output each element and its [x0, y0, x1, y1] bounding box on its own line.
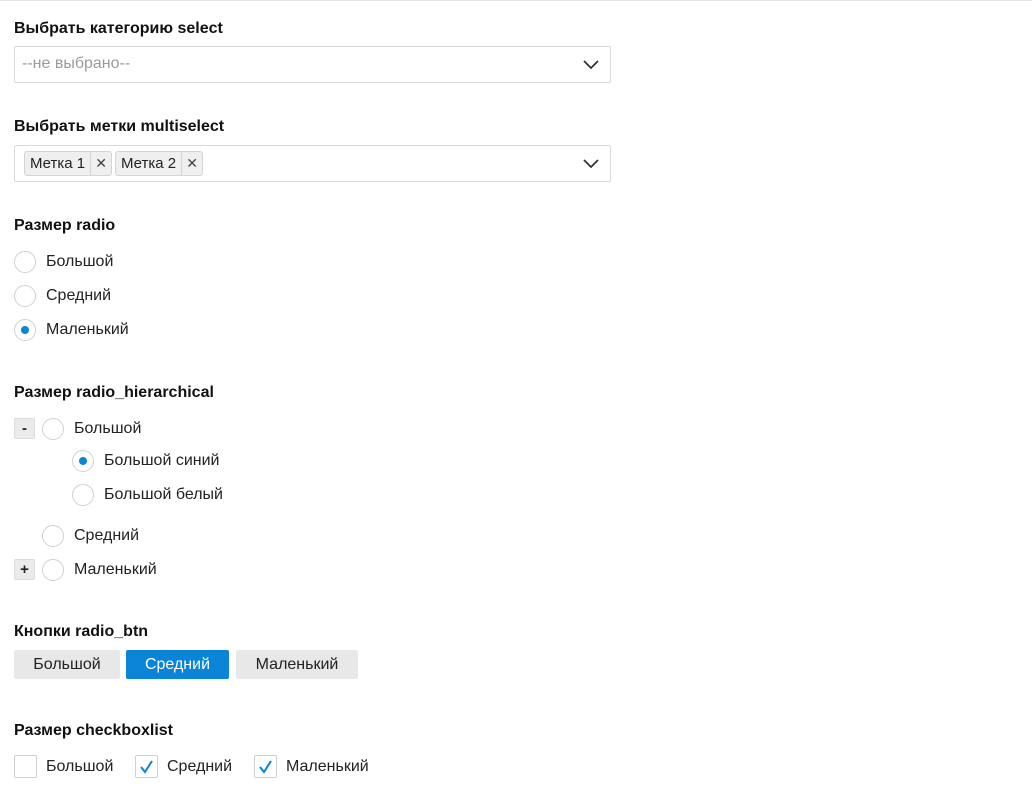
chevron-down-icon [583, 60, 599, 70]
tag-label: Метка 2 [121, 155, 177, 172]
radio-hierarchical-label: Размер radio_hierarchical [14, 384, 214, 401]
radio-option-label: Большой [46, 253, 114, 270]
checkboxlist-label: Размер checkboxlist [14, 722, 173, 739]
tags-multiselect[interactable]: Метка 1 ✕ Метка 2 ✕ [14, 145, 611, 182]
radio-h-large[interactable] [42, 418, 64, 440]
tag-chip: Метка 2 ✕ [115, 151, 204, 176]
checkbox-large[interactable] [14, 755, 37, 778]
radio-h-option-label: Средний [74, 527, 140, 544]
checkbox-label: Большой [46, 758, 114, 775]
remove-tag-icon[interactable]: ✕ [90, 152, 111, 175]
radio-h-large-white[interactable] [72, 484, 94, 506]
radio-h-option-label: Большой синий [104, 452, 220, 469]
radio-label: Размер radio [14, 217, 116, 234]
radio-large[interactable] [14, 251, 36, 273]
radio-btn-medium[interactable]: Средний [126, 650, 229, 679]
top-divider [0, 0, 1032, 1]
radio-btn-large[interactable]: Большой [14, 650, 120, 679]
chevron-down-icon [583, 159, 599, 169]
remove-tag-icon[interactable]: ✕ [181, 152, 202, 175]
radio-option-label: Средний [46, 287, 112, 304]
radio-small[interactable] [14, 319, 36, 341]
select-placeholder: --не выбрано-- [22, 55, 131, 72]
radio-medium[interactable] [14, 285, 36, 307]
checkbox-small[interactable] [254, 755, 277, 778]
expand-toggle[interactable]: + [14, 559, 35, 580]
checkmark-icon [259, 760, 272, 774]
radio-h-small[interactable] [42, 559, 64, 581]
checkmark-icon [140, 760, 153, 774]
checkbox-label: Маленький [286, 758, 369, 775]
radio-h-medium[interactable] [42, 525, 64, 547]
radio-option-label: Маленький [46, 321, 129, 338]
radio-h-option-label: Большой белый [104, 486, 223, 503]
radio-btn-label: Кнопки radio_btn [14, 623, 149, 640]
select-label: Выбрать категорию select [14, 20, 223, 37]
checkbox-medium[interactable] [135, 755, 158, 778]
radio-h-option-label: Большой [74, 420, 142, 437]
multiselect-label: Выбрать метки multiselect [14, 118, 225, 135]
category-select[interactable]: --не выбрано-- [14, 46, 611, 83]
radio-h-option-label: Маленький [74, 561, 157, 578]
collapse-toggle[interactable]: - [14, 418, 35, 439]
radio-h-large-blue[interactable] [72, 450, 94, 472]
tag-chip: Метка 1 ✕ [24, 151, 113, 176]
tag-label: Метка 1 [30, 155, 86, 172]
checkbox-label: Средний [167, 758, 233, 775]
radio-btn-small[interactable]: Маленький [236, 650, 358, 679]
